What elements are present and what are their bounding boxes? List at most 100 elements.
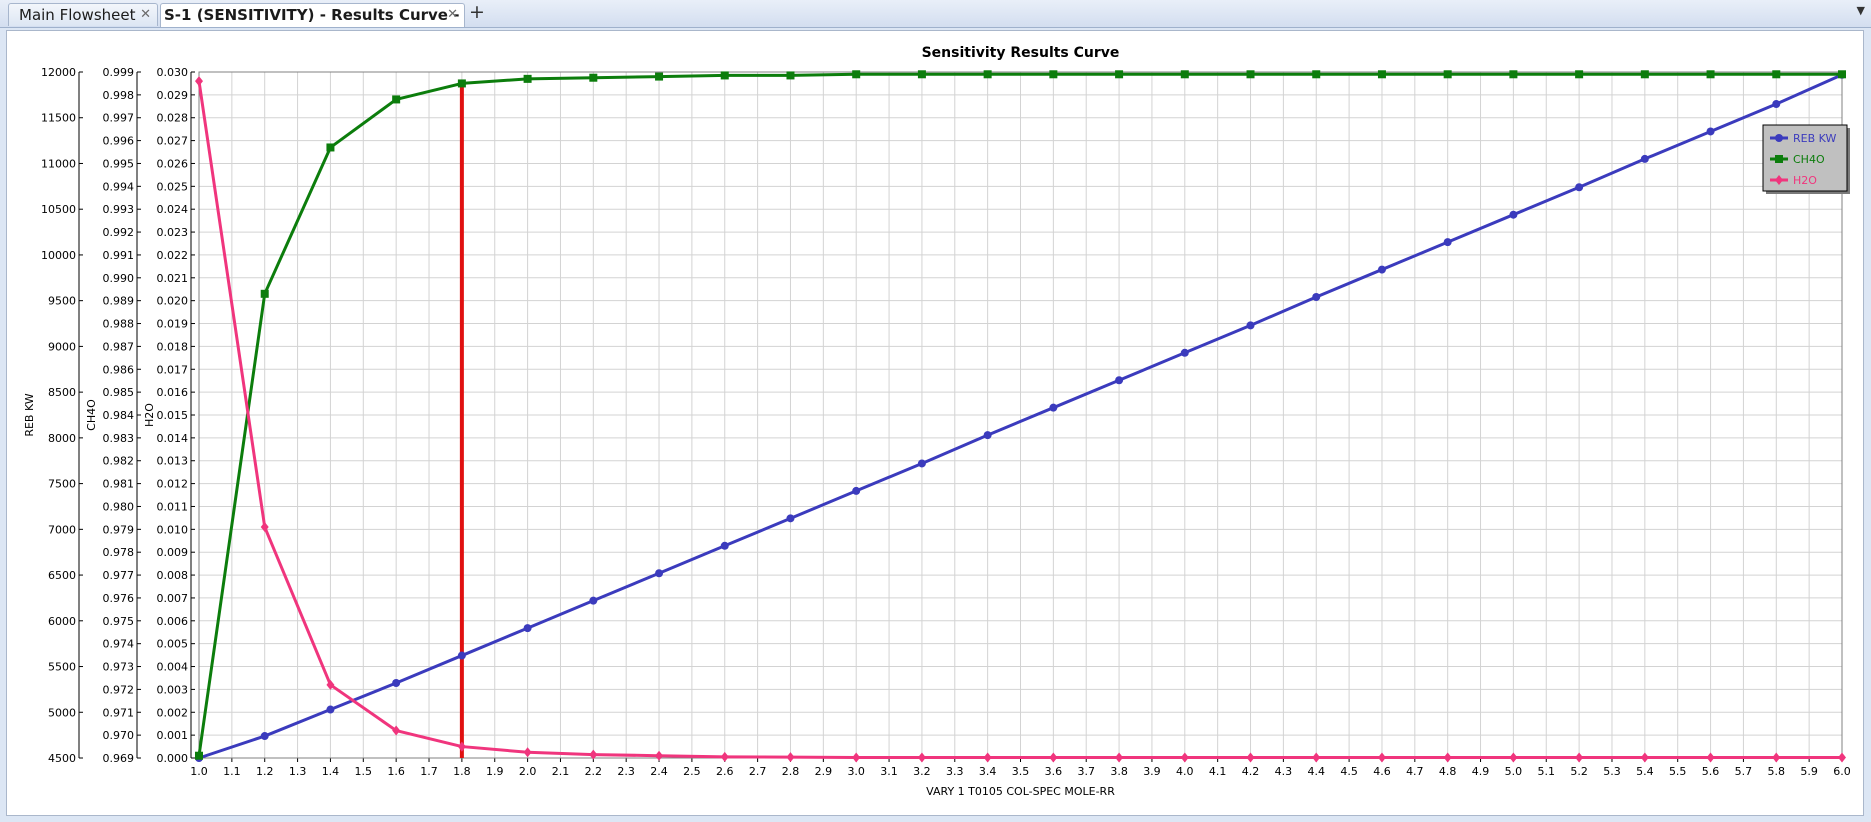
x-tick-label: 3.0 xyxy=(847,765,865,778)
y-tick-label: 0.024 xyxy=(157,203,189,216)
x-tick-label: 5.2 xyxy=(1570,765,1588,778)
x-tick-label: 3.9 xyxy=(1143,765,1161,778)
y-tick-label: 0.981 xyxy=(103,478,135,491)
data-point-h2o xyxy=(1049,752,1058,763)
y-tick-label: 12000 xyxy=(41,66,76,79)
data-point-ch4o xyxy=(1246,70,1255,79)
data-point-h2o xyxy=(720,751,729,762)
y-tick-label: 11500 xyxy=(41,112,76,125)
x-tick-label: 5.5 xyxy=(1669,765,1687,778)
y-tick-label: 0.023 xyxy=(157,226,189,239)
y-tick-label: 10000 xyxy=(41,249,76,262)
tab-main-flowsheet[interactable]: Main Flowsheet ✕ xyxy=(8,3,158,26)
y-tick-label: 7500 xyxy=(48,478,76,491)
y-tick-label: 0.019 xyxy=(157,318,189,331)
x-tick-label: 3.5 xyxy=(1012,765,1030,778)
data-point-h2o xyxy=(523,747,532,758)
data-point-h2o xyxy=(1706,752,1715,763)
y-tick-label: 0.970 xyxy=(103,729,135,742)
data-point-reb-kw xyxy=(720,541,729,550)
y-tick-label: 0.004 xyxy=(157,661,189,674)
legend-swatch-marker xyxy=(1775,134,1783,142)
y-tick-label: 0.028 xyxy=(157,112,189,125)
x-tick-label: 1.4 xyxy=(322,765,340,778)
y-tick-label: 5500 xyxy=(48,661,76,674)
y-tick-label: 0.013 xyxy=(157,455,189,468)
y-tick-label: 9000 xyxy=(48,340,76,353)
chevron-down-icon[interactable]: ▼ xyxy=(1857,4,1865,17)
close-icon[interactable]: ✕ xyxy=(447,4,458,26)
y-tick-label: 0.998 xyxy=(103,89,135,102)
data-point-h2o xyxy=(1509,752,1518,763)
data-point-reb-kw xyxy=(917,459,926,468)
legend-entry: CH4O xyxy=(1793,153,1825,166)
data-point-reb-kw xyxy=(392,678,401,687)
data-point-reb-kw xyxy=(852,486,861,495)
x-tick-label: 4.4 xyxy=(1307,765,1325,778)
data-point-reb-kw xyxy=(1772,100,1781,109)
x-tick-label: 1.2 xyxy=(256,765,274,778)
y-tick-label: 0.988 xyxy=(103,318,135,331)
y-axis-label: H2O xyxy=(143,403,156,427)
x-tick-label: 1.7 xyxy=(420,765,438,778)
x-tick-label: 5.1 xyxy=(1538,765,1556,778)
y-tick-label: 0.983 xyxy=(103,432,135,445)
y-tick-label: 0.975 xyxy=(103,615,135,628)
data-point-h2o xyxy=(917,752,926,763)
y-tick-label: 0.980 xyxy=(103,500,135,513)
data-point-reb-kw xyxy=(1640,154,1649,163)
data-point-h2o xyxy=(1772,752,1781,763)
y-tick-label: 0.006 xyxy=(157,615,189,628)
data-point-ch4o xyxy=(1575,70,1584,79)
data-point-ch4o xyxy=(1312,70,1321,79)
data-point-reb-kw xyxy=(523,624,532,633)
y-tick-label: 0.990 xyxy=(103,272,135,285)
data-point-reb-kw xyxy=(326,705,335,714)
data-point-ch4o xyxy=(917,70,926,79)
x-axis-label: VARY 1 T0105 COL-SPEC MOLE-RR xyxy=(926,785,1115,798)
data-point-ch4o xyxy=(392,95,401,104)
data-point-ch4o xyxy=(1180,70,1189,79)
y-tick-label: 0.969 xyxy=(103,752,135,765)
y-tick-label: 0.984 xyxy=(103,409,135,422)
y-tick-label: 0.017 xyxy=(157,363,189,376)
y-tick-label: 0.030 xyxy=(157,66,189,79)
x-tick-label: 1.9 xyxy=(486,765,504,778)
y-tick-label: 0.007 xyxy=(157,592,189,605)
close-icon[interactable]: ✕ xyxy=(140,4,151,26)
data-point-ch4o xyxy=(1115,70,1124,79)
y-tick-label: 0.011 xyxy=(157,500,189,513)
y-tick-label: 11000 xyxy=(41,157,76,170)
y-tick-label: 0.999 xyxy=(103,66,135,79)
x-tick-label: 4.8 xyxy=(1439,765,1457,778)
data-point-reb-kw xyxy=(1049,403,1058,412)
y-tick-label: 0.974 xyxy=(103,638,135,651)
data-point-ch4o xyxy=(1640,70,1649,79)
y-tick-label: 0.996 xyxy=(103,135,135,148)
y-tick-label: 0.027 xyxy=(157,135,189,148)
y-tick-label: 0.010 xyxy=(157,523,189,536)
data-point-reb-kw xyxy=(260,732,269,741)
data-point-reb-kw xyxy=(1246,321,1255,330)
y-tick-label: 0.994 xyxy=(103,180,135,193)
data-point-reb-kw xyxy=(786,514,795,523)
data-point-ch4o xyxy=(457,79,466,88)
x-tick-label: 3.6 xyxy=(1045,765,1063,778)
data-point-ch4o xyxy=(1706,70,1715,79)
y-tick-label: 6000 xyxy=(48,615,76,628)
y-tick-label: 0.022 xyxy=(157,249,189,262)
y-tick-label: 0.020 xyxy=(157,295,189,308)
tab-results-curve-plot[interactable]: S-1 (SENSITIVITY) - Results Curve - Plot… xyxy=(160,3,465,46)
y-tick-label: 0.993 xyxy=(103,203,135,216)
x-tick-label: 4.6 xyxy=(1373,765,1391,778)
chart-title: Sensitivity Results Curve xyxy=(922,45,1120,61)
x-tick-label: 3.4 xyxy=(979,765,997,778)
x-tick-label: 4.5 xyxy=(1340,765,1358,778)
data-point-ch4o xyxy=(326,143,335,152)
x-tick-label: 3.1 xyxy=(880,765,898,778)
x-tick-label: 5.0 xyxy=(1505,765,1523,778)
plus-icon[interactable]: + xyxy=(468,3,486,23)
data-point-reb-kw xyxy=(1706,127,1715,136)
data-point-ch4o xyxy=(1772,70,1781,79)
data-point-ch4o xyxy=(655,72,664,81)
